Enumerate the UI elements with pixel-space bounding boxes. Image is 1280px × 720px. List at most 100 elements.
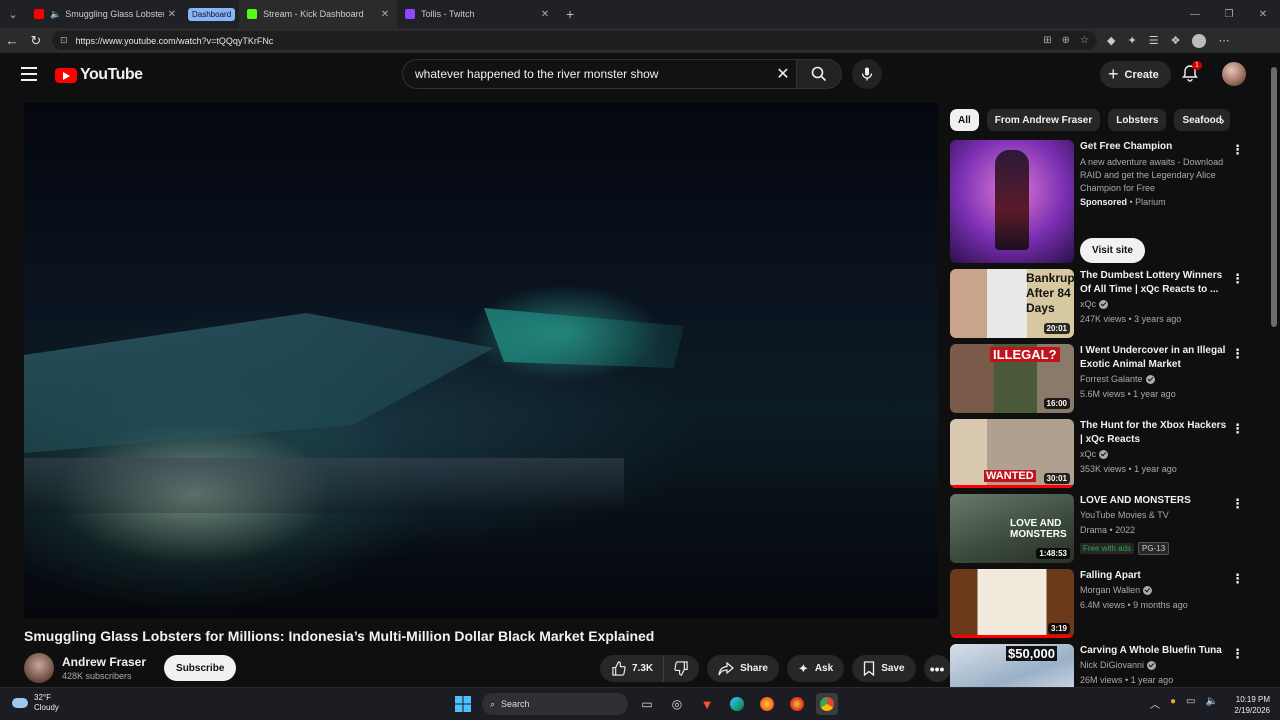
tab-close-icon[interactable]: ✕ <box>381 9 389 20</box>
network-icon[interactable]: ▭ <box>1186 696 1195 711</box>
kebab-menu-icon[interactable]: ⋮ <box>1231 421 1244 437</box>
channel-name[interactable]: Forrest Galante <box>1080 374 1143 384</box>
youtube-logo[interactable]: YouTube <box>55 66 143 84</box>
channel-avatar[interactable] <box>24 653 54 683</box>
edge-icon[interactable] <box>726 693 748 715</box>
kebab-menu-icon[interactable]: ⋮ <box>1231 646 1244 662</box>
recommendation-item[interactable]: ILLEGAL? 16:00 I Went Undercover in an I… <box>950 344 1250 413</box>
app-icon[interactable]: ⊞ <box>1043 35 1051 46</box>
kebab-menu-icon[interactable]: ⋮ <box>1231 346 1244 362</box>
github-icon[interactable]: ◎ <box>666 693 688 715</box>
puzzle-icon[interactable]: ✦ <box>1127 34 1136 47</box>
clear-search-icon[interactable]: ✕ <box>770 64 796 84</box>
ask-button[interactable]: ✦ Ask <box>786 655 845 682</box>
kebab-menu-icon[interactable]: ⋮ <box>1231 571 1244 587</box>
favorites-icon[interactable]: ☰ <box>1149 34 1159 47</box>
chip-from-channel[interactable]: From Andrew Fraser <box>986 109 1101 131</box>
more-menu-icon[interactable]: ⋯ <box>1218 34 1229 47</box>
tab-close-icon[interactable]: ✕ <box>168 9 176 20</box>
recommendation-item[interactable]: Bankrupt After 84 Days 20:01 The Dumbest… <box>950 269 1250 338</box>
video-duration: 1:48:53 <box>1036 548 1070 559</box>
taskbar-clock[interactable]: 10:19 PM 2/19/2026 <box>1226 694 1270 716</box>
search-button[interactable] <box>796 59 842 89</box>
browser-tab-strip: ⌄ 🔈 Smuggling Glass Lobsters for ✕ Dashb… <box>0 0 1280 28</box>
voice-search-button[interactable] <box>852 59 882 89</box>
ad-thumbnail[interactable] <box>950 140 1074 263</box>
recommendation-item[interactable]: WANTED 30:01 The Hunt for the Xbox Hacke… <box>950 419 1250 488</box>
dislike-button[interactable] <box>663 655 700 682</box>
chip-lobsters[interactable]: Lobsters <box>1108 109 1167 131</box>
firefox-icon[interactable] <box>756 693 778 715</box>
channel-name[interactable]: Morgan Wallen <box>1080 585 1140 595</box>
zoom-icon[interactable]: ⊕ <box>1062 35 1070 46</box>
speaker-icon[interactable]: 🔈 <box>50 9 61 20</box>
tab-list-chevron-icon[interactable]: ⌄ <box>0 0 26 28</box>
channel-name[interactable]: YouTube Movies & TV <box>1080 508 1230 523</box>
create-button[interactable]: + Create <box>1100 61 1171 88</box>
volume-icon[interactable]: 🔈 <box>1206 696 1218 711</box>
tab-twitch[interactable]: Tollis - Twitch ✕ <box>397 0 557 28</box>
profile-icon[interactable] <box>1192 33 1207 48</box>
video-title: Falling Apart <box>1080 570 1141 581</box>
task-view-icon[interactable]: ▭ <box>636 693 658 715</box>
system-tray: ︿ ● ▭ 🔈 <box>1150 696 1218 711</box>
kebab-menu-icon[interactable]: ⋮ <box>1231 496 1244 512</box>
channel-name[interactable]: xQc <box>1080 449 1096 459</box>
video-thumbnail[interactable]: Bankrupt After 84 Days 20:01 <box>950 269 1074 338</box>
video-thumbnail[interactable]: 3:19 <box>950 569 1074 638</box>
back-arrow-icon[interactable]: ← <box>0 33 24 48</box>
show-hidden-icons-chevron-icon[interactable]: ︿ <box>1150 696 1160 711</box>
visit-site-button[interactable]: Visit site <box>1080 238 1145 263</box>
video-thumbnail[interactable]: $50,000 <box>950 644 1074 687</box>
microphone-tray-icon[interactable]: ● <box>1170 696 1176 711</box>
video-thumbnail[interactable]: LOVE AND MONSTERS 1:48:53 <box>950 494 1074 563</box>
cloud-icon <box>12 698 28 708</box>
scrollbar-thumb[interactable] <box>1271 67 1277 327</box>
channel-name[interactable]: xQc <box>1080 299 1096 309</box>
page-scrollbar[interactable] <box>1268 53 1280 687</box>
account-avatar[interactable] <box>1222 62 1246 86</box>
hamburger-menu-icon[interactable] <box>21 67 37 81</box>
kebab-menu-icon[interactable]: ⋮ <box>1231 271 1244 287</box>
collections-icon[interactable]: ❖ <box>1171 34 1181 47</box>
tab-group-label[interactable]: Dashboard <box>188 7 236 21</box>
reload-icon[interactable]: ↻ <box>24 33 48 49</box>
recommendation-item[interactable]: LOVE AND MONSTERS 1:48:53 LOVE AND MONST… <box>950 494 1250 563</box>
firefox-alt-icon[interactable] <box>786 693 808 715</box>
subscribe-button[interactable]: Subscribe <box>164 655 237 681</box>
video-thumbnail[interactable]: WANTED 30:01 <box>950 419 1074 488</box>
video-thumbnail[interactable]: ILLEGAL? 16:00 <box>950 344 1074 413</box>
minimize-icon[interactable]: — <box>1178 9 1212 20</box>
site-info-icon[interactable]: ⊡ <box>60 35 68 46</box>
share-button[interactable]: Share <box>707 655 779 682</box>
clock-date: 2/19/2026 <box>1234 706 1270 715</box>
tab-kick-dashboard[interactable]: Stream - Kick Dashboard ✕ <box>239 0 398 28</box>
restore-icon[interactable]: ❐ <box>1212 9 1246 20</box>
close-window-icon[interactable]: ✕ <box>1246 9 1280 20</box>
brave-icon[interactable]: ▼ <box>696 693 718 715</box>
notifications-button[interactable]: 1 <box>1181 61 1202 84</box>
url-field[interactable]: ⊡ https://www.youtube.com/watch?v=tQQqyT… <box>52 31 1097 50</box>
save-button[interactable]: Save <box>852 655 916 682</box>
more-actions-button[interactable]: ••• <box>923 655 951 682</box>
chip-all[interactable]: All <box>950 109 979 131</box>
windows-start-icon[interactable] <box>452 693 474 715</box>
tab-youtube[interactable]: 🔈 Smuggling Glass Lobsters for ✕ <box>26 0 184 28</box>
search-input[interactable]: whatever happened to the river monster s… <box>402 59 796 89</box>
weather-widget[interactable]: 32°F Cloudy <box>12 693 59 713</box>
tab-close-icon[interactable]: ✕ <box>541 9 549 20</box>
taskbar-search[interactable]: ⌕ Search <box>482 693 628 715</box>
like-button[interactable]: 7.3K <box>600 655 664 682</box>
recommendation-item[interactable]: $50,000 Carving A Whole Bluefin Tuna Nic… <box>950 644 1250 687</box>
channel-name[interactable]: Nick DiGiovanni <box>1080 660 1144 670</box>
chrome-icon[interactable] <box>816 693 838 715</box>
extension-icon[interactable]: ◆ <box>1107 34 1115 47</box>
channel-name[interactable]: Andrew Fraser <box>62 655 146 669</box>
recommendation-item[interactable]: 3:19 Falling Apart Morgan Wallen 6.4M vi… <box>950 569 1250 638</box>
free-with-ads-badge: Free with ads <box>1080 543 1135 554</box>
new-tab-plus-icon[interactable]: + <box>557 6 583 22</box>
kebab-menu-icon[interactable]: ⋮ <box>1231 142 1244 158</box>
favorite-star-icon[interactable]: ☆ <box>1080 35 1089 46</box>
video-player[interactable] <box>24 103 938 618</box>
chevron-right-icon[interactable]: › <box>1220 112 1225 128</box>
